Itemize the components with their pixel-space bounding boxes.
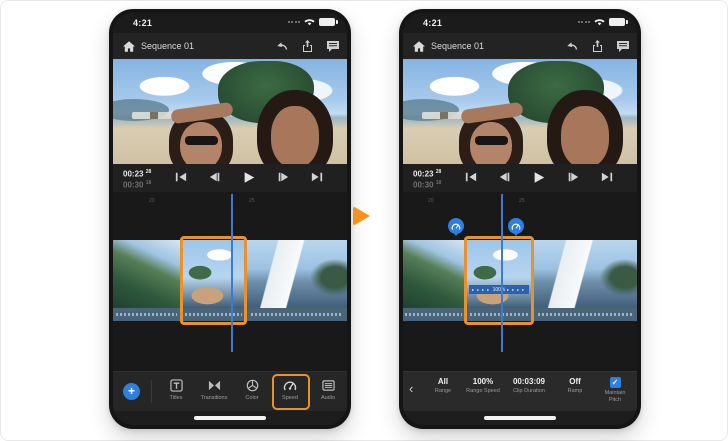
transport-bar: 00:23 28 00:30 18 xyxy=(113,164,347,192)
tool-titles[interactable]: Titles xyxy=(157,372,195,411)
sequence-title: Sequence 01 xyxy=(431,41,484,51)
phone-after: 4:21 Sequence 01 xyxy=(399,9,641,429)
divider xyxy=(151,380,152,403)
audio-strip[interactable] xyxy=(247,308,347,321)
playhead[interactable] xyxy=(231,194,233,352)
timeline[interactable]: 20 25 xyxy=(113,192,347,371)
nav-bar: Sequence 01 xyxy=(113,33,347,59)
maintain-pitch-control[interactable]: ✓ Maintain Pitch xyxy=(595,372,635,411)
status-icons xyxy=(578,18,626,26)
status-icons xyxy=(288,18,336,26)
back-chevron-icon[interactable]: ‹ xyxy=(409,382,413,396)
share-icon[interactable] xyxy=(592,40,603,52)
ruler-tick: 20 xyxy=(428,198,434,204)
skip-to-end-icon[interactable] xyxy=(307,167,327,187)
skip-to-start-icon[interactable] xyxy=(171,167,191,187)
person-woman xyxy=(169,110,233,164)
next-step-arrow-icon xyxy=(353,206,370,226)
sequence-title: Sequence 01 xyxy=(141,41,194,51)
transport-bar: 00:23 28 00:30 18 xyxy=(403,164,637,192)
tutorial-figure: 4:21 Sequence 01 xyxy=(0,0,728,441)
person-man xyxy=(257,90,333,164)
ruler-tick: 25 xyxy=(249,198,255,204)
status-bar: 4:21 xyxy=(403,13,637,33)
tool-color[interactable]: Color xyxy=(233,372,271,411)
range-speed-control[interactable]: 100% Range Speed xyxy=(463,372,503,411)
status-bar: 4:21 xyxy=(113,13,347,33)
play-icon[interactable] xyxy=(239,167,259,187)
maintain-pitch-checkbox[interactable]: ✓ xyxy=(610,377,621,388)
video-preview[interactable] xyxy=(403,59,637,164)
undo-icon[interactable] xyxy=(565,41,578,51)
tool-audio[interactable]: Audio xyxy=(309,372,347,411)
play-icon[interactable] xyxy=(529,167,549,187)
share-icon[interactable] xyxy=(302,40,313,52)
nav-bar: Sequence 01 xyxy=(403,33,637,59)
clip-duration-control[interactable]: 00:03:09 Clip Duration xyxy=(503,372,555,411)
home-icon[interactable] xyxy=(123,41,135,52)
clip-3[interactable] xyxy=(534,240,637,308)
clock: 4:21 xyxy=(133,18,152,28)
clip-3[interactable] xyxy=(247,240,347,308)
comment-icon[interactable] xyxy=(327,41,339,52)
speed-highlight-box xyxy=(272,374,310,410)
ruler-tick: 25 xyxy=(519,198,525,204)
timeline[interactable]: 20 25 100% xyxy=(403,192,637,371)
skip-to-start-icon[interactable] xyxy=(461,167,481,187)
clip-selection-border xyxy=(464,236,534,325)
cellular-dots-icon xyxy=(288,21,301,23)
speedometer-pin-icon[interactable] xyxy=(508,218,524,234)
audio-strip[interactable] xyxy=(534,308,637,321)
titles-icon xyxy=(170,379,183,392)
person-woman xyxy=(459,110,523,164)
wifi-icon xyxy=(304,18,315,26)
clip-selection-border xyxy=(180,236,247,325)
speed-range-control[interactable]: All Range xyxy=(423,372,463,411)
video-preview[interactable] xyxy=(113,59,347,164)
frame-back-icon[interactable] xyxy=(205,167,225,187)
wifi-icon xyxy=(594,18,605,26)
color-wheel-icon xyxy=(246,379,259,392)
frame-forward-icon[interactable] xyxy=(273,167,293,187)
skip-to-end-icon[interactable] xyxy=(597,167,617,187)
ruler-tick: 20 xyxy=(149,198,155,204)
clip-1[interactable] xyxy=(113,240,180,308)
frame-back-icon[interactable] xyxy=(495,167,515,187)
audio-icon xyxy=(322,379,335,392)
clock: 4:21 xyxy=(423,18,442,28)
home-icon[interactable] xyxy=(413,41,425,52)
home-indicator[interactable] xyxy=(484,416,556,420)
battery-icon xyxy=(319,18,335,26)
undo-icon[interactable] xyxy=(275,41,288,51)
cellular-dots-icon xyxy=(578,21,591,23)
phone-before: 4:21 Sequence 01 xyxy=(109,9,351,429)
speed-panel: ‹ All Range 100% Range Speed 00:03:09 Cl… xyxy=(403,371,637,411)
frame-forward-icon[interactable] xyxy=(563,167,583,187)
playhead[interactable] xyxy=(501,194,503,352)
screen-after: 4:21 Sequence 01 xyxy=(403,13,637,425)
screen-before: 4:21 Sequence 01 xyxy=(113,13,347,425)
tool-transitions[interactable]: Transitions xyxy=(195,372,233,411)
transitions-icon xyxy=(208,379,221,392)
clip-1[interactable] xyxy=(403,240,464,308)
comment-icon[interactable] xyxy=(617,41,629,52)
ramp-control[interactable]: Off Ramp xyxy=(555,372,595,411)
battery-icon xyxy=(609,18,625,26)
timecode: 00:23 28 00:30 18 xyxy=(123,168,151,189)
add-media-button[interactable]: + xyxy=(123,383,140,400)
audio-strip[interactable] xyxy=(403,308,464,321)
edit-toolbar: + Titles Transitions Color xyxy=(113,371,347,411)
home-indicator[interactable] xyxy=(194,416,266,420)
timecode: 00:23 28 00:30 18 xyxy=(413,168,441,189)
audio-strip[interactable] xyxy=(113,308,180,321)
speedometer-pin-icon[interactable] xyxy=(448,218,464,234)
person-man xyxy=(547,90,623,164)
